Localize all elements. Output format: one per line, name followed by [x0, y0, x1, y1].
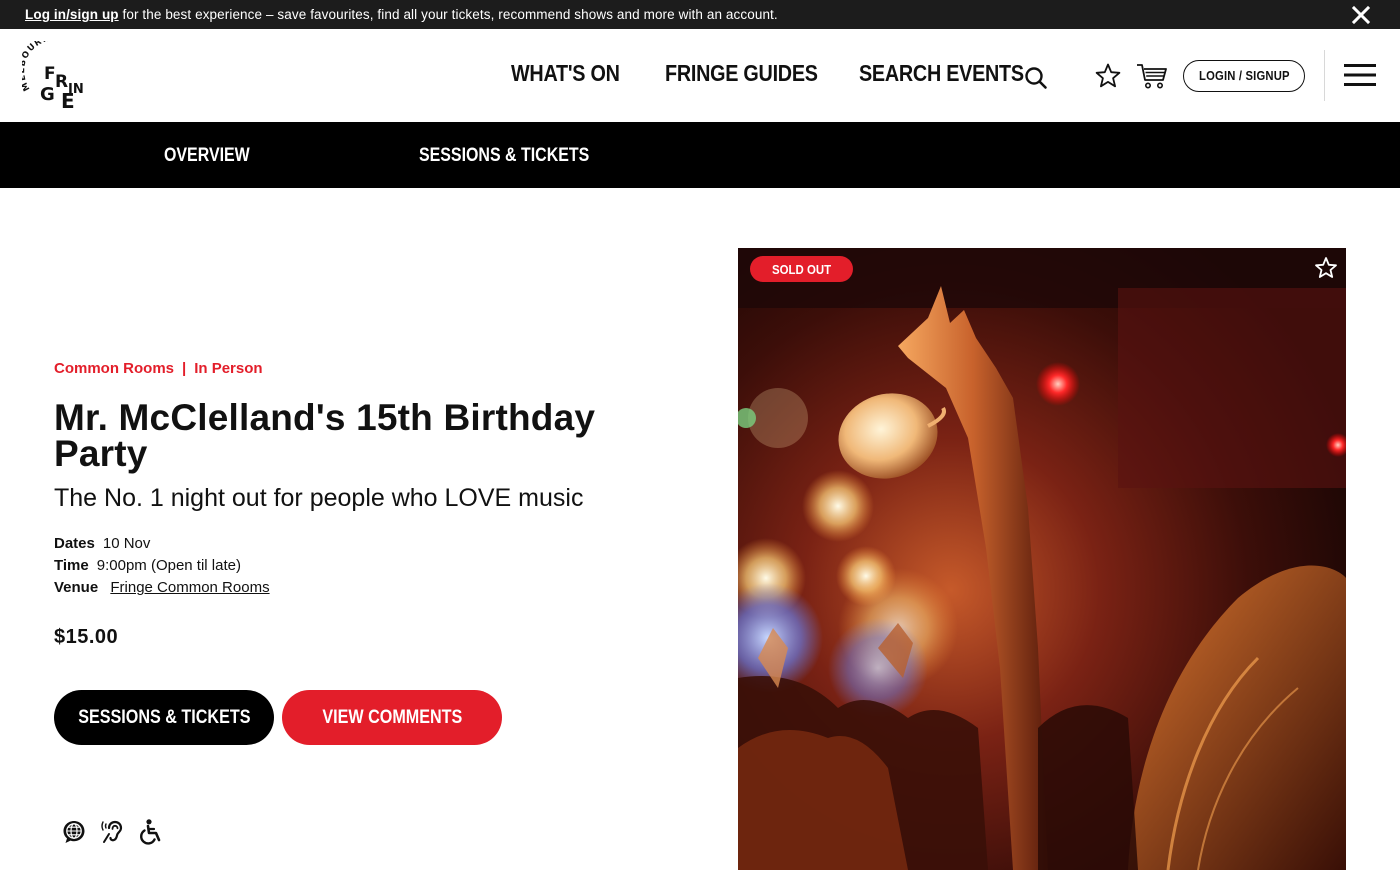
event-title: Mr. McClelland's 15th Birthday Party	[54, 397, 596, 474]
event-tags: Common Rooms | In Person	[54, 360, 263, 377]
format-tag: In Person	[194, 360, 263, 377]
venue-link[interactable]: Fringe Common Rooms	[110, 579, 269, 596]
view-comments-button[interactable]: VIEW COMMENTS	[282, 690, 502, 745]
melbourne-fringe-logo[interactable]: MELBOURNE F R IN G E	[22, 41, 94, 111]
announcement-text: for the best experience – save favourite…	[118, 7, 778, 22]
logo-letter-g: G	[40, 84, 55, 105]
sold-out-badge: SOLD OUT	[750, 256, 854, 282]
nav-fringe-guides[interactable]: FRINGE GUIDES	[665, 60, 818, 87]
header-divider	[1324, 50, 1325, 101]
announcement-message: Log in/sign up for the best experience –…	[25, 7, 778, 22]
event-image: SOLD OUT	[738, 248, 1346, 870]
login-signup-link[interactable]: Log in/sign up	[25, 7, 119, 22]
time-value: 9:00pm (Open til late)	[96, 557, 241, 574]
tag-separator: |	[182, 360, 187, 377]
wheelchair-icon	[140, 819, 161, 845]
tab-sessions-tickets[interactable]: SESSIONS & TICKETS	[419, 145, 589, 167]
logo-letter-f: F	[44, 64, 56, 84]
event-subnav: OVERVIEW SESSIONS & TICKETS	[0, 122, 1400, 188]
close-icon[interactable]	[1350, 4, 1372, 26]
login-signup-button[interactable]: LOGIN / SIGNUP	[1183, 60, 1305, 92]
sessions-tickets-button[interactable]: SESSIONS & TICKETS	[54, 690, 274, 745]
event-price: $15.00	[54, 626, 119, 648]
announcement-bar: Log in/sign up for the best experience –…	[0, 0, 1400, 29]
venue-tag[interactable]: Common Rooms	[54, 360, 174, 377]
concert-crowd-photo	[738, 248, 1346, 870]
hearing-icon	[101, 820, 123, 843]
nav-whats-on[interactable]: WHAT'S ON	[511, 60, 620, 87]
hamburger-menu-icon[interactable]	[1344, 63, 1376, 87]
tab-overview[interactable]: OVERVIEW	[164, 145, 250, 167]
dates-label: Dates	[54, 535, 95, 552]
dates-row: Dates 10 Nov	[54, 535, 150, 552]
logo-letter-e: E	[61, 89, 75, 111]
cart-icon[interactable]	[1136, 62, 1168, 90]
language-globe-icon	[63, 821, 85, 843]
star-icon[interactable]	[1094, 62, 1122, 90]
venue-row: Venue Fringe Common Rooms	[54, 579, 270, 596]
site-header: MELBOURNE F R IN G E WHAT'S ON FRINGE GU…	[0, 29, 1400, 122]
nav-search-events[interactable]: SEARCH EVENTS	[859, 60, 1024, 87]
event-tagline: The No. 1 night out for people who LOVE …	[54, 484, 584, 512]
favourite-star-icon[interactable]	[1314, 256, 1338, 280]
time-row: Time 9:00pm (Open til late)	[54, 557, 241, 574]
time-label: Time	[54, 557, 89, 574]
venue-label: Venue	[54, 579, 99, 596]
dates-value: 10 Nov	[102, 535, 151, 552]
search-icon[interactable]	[1024, 66, 1048, 90]
